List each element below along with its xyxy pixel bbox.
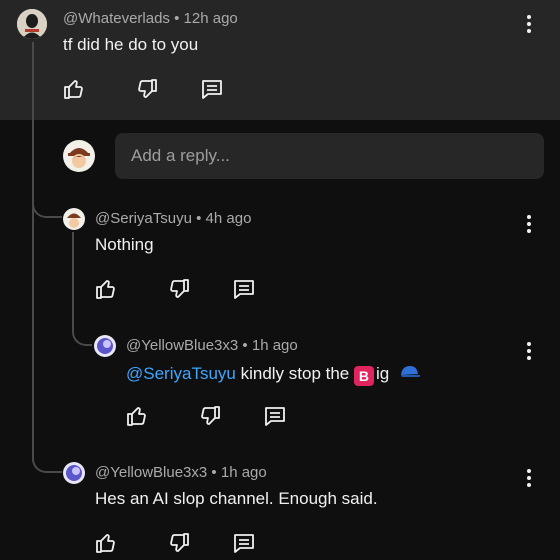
reply-icon: [265, 407, 285, 426]
comment-text-part: ig: [375, 364, 390, 383]
like-icon: [96, 534, 115, 553]
dislike-button[interactable]: [135, 77, 159, 101]
thread-line-nested: [72, 232, 74, 332]
timestamp: 1h ago: [251, 337, 298, 354]
reply-button[interactable]: [232, 277, 256, 301]
more-options-button[interactable]: [525, 214, 533, 234]
reply-input[interactable]: [115, 133, 544, 179]
avatar-current-user: [63, 140, 95, 172]
reply-button[interactable]: [263, 404, 287, 428]
dislike-icon: [138, 79, 157, 98]
thread-line-main: [32, 42, 34, 460]
dislike-button[interactable]: [167, 277, 191, 301]
more-vert-icon: [527, 15, 531, 33]
reply-icon: [202, 80, 222, 99]
timestamp: 1h ago: [220, 464, 267, 481]
avatar-seriyatsuyu[interactable]: [63, 208, 85, 230]
author-name[interactable]: @SeriyaTsuyu: [95, 210, 192, 227]
meta-separator: •: [242, 337, 248, 354]
comment-text: Nothing: [95, 235, 154, 254]
comment-meta: @YellowBlue3x3 • 1h ago: [95, 464, 267, 481]
comment-text-part: kindly stop the: [235, 364, 354, 383]
avatar-yellowblue3x3[interactable]: [94, 335, 116, 357]
comment-text: @SeriyaTsuyu kindly stop the Big: [126, 362, 422, 386]
timestamp: 4h ago: [205, 210, 252, 227]
meta-separator: •: [174, 10, 180, 27]
reply-icon: [234, 280, 254, 299]
author-name[interactable]: @YellowBlue3x3: [95, 464, 207, 481]
like-icon: [96, 280, 115, 299]
meta-separator: •: [196, 210, 202, 227]
like-icon: [127, 407, 146, 426]
like-button[interactable]: [62, 77, 86, 101]
more-options-button[interactable]: [525, 341, 533, 361]
thread-curve-reply2: [72, 328, 92, 346]
dislike-button[interactable]: [167, 531, 191, 555]
comment-text: tf did he do to you: [63, 35, 199, 54]
more-vert-icon: [527, 342, 531, 360]
comment-meta: @YellowBlue3x3 • 1h ago: [126, 337, 298, 354]
reply-button[interactable]: [232, 531, 256, 555]
thread-curve-reply3: [32, 455, 62, 473]
reply-icon: [234, 534, 254, 553]
thread-curve-reply1: [32, 200, 62, 218]
dislike-button[interactable]: [198, 404, 222, 428]
like-button[interactable]: [125, 404, 149, 428]
dislike-icon: [170, 279, 189, 298]
meta-separator: •: [211, 464, 217, 481]
cap-emoji-icon: [400, 366, 421, 377]
comment-meta: @Whateverlads • 12h ago: [63, 10, 238, 27]
like-button[interactable]: [94, 531, 118, 555]
more-vert-icon: [527, 469, 531, 487]
comment-meta: @SeriyaTsuyu • 4h ago: [95, 210, 251, 227]
b-emoji-badge: B: [353, 366, 374, 386]
mention-link[interactable]: @SeriyaTsuyu: [126, 364, 236, 383]
timestamp: 12h ago: [183, 10, 238, 27]
like-button[interactable]: [94, 277, 118, 301]
author-name[interactable]: @YellowBlue3x3: [126, 337, 238, 354]
more-options-button[interactable]: [525, 468, 533, 488]
reply-button[interactable]: [200, 77, 224, 101]
more-options-button[interactable]: [525, 14, 533, 34]
avatar-yellowblue3x3[interactable]: [63, 462, 85, 484]
like-icon: [64, 80, 83, 99]
dislike-icon: [170, 533, 189, 552]
more-vert-icon: [527, 215, 531, 233]
avatar-whateverlads[interactable]: [17, 9, 47, 39]
author-name[interactable]: @Whateverlads: [63, 10, 170, 27]
dislike-icon: [201, 406, 220, 425]
comment-text: Hes an AI slop channel. Enough said.: [95, 489, 378, 508]
